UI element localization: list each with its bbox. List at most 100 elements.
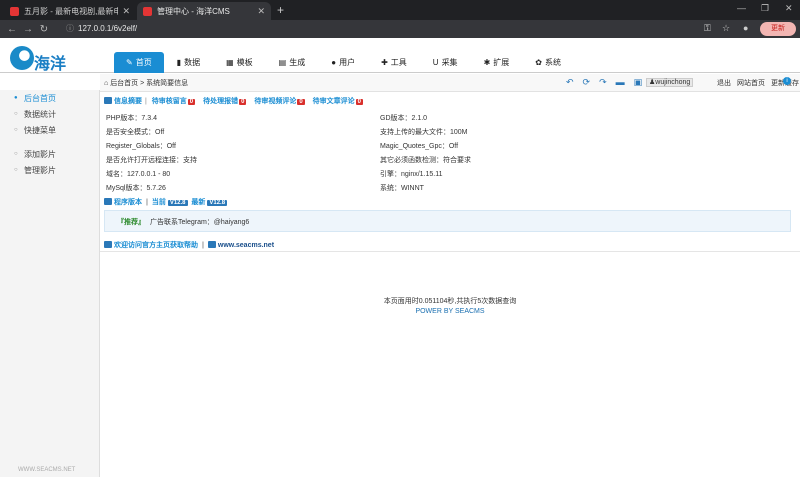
nav-home[interactable]: ✎ 首页 bbox=[114, 52, 164, 73]
info-summary-icon bbox=[104, 97, 112, 104]
minimize-icon[interactable]: — bbox=[737, 3, 746, 13]
version-bar: 程序版本 | 当前 V12.8 最新 V12.8 bbox=[104, 197, 228, 207]
back-arrow-icon[interactable]: ↶ bbox=[566, 77, 574, 88]
pending-reports-link[interactable]: 待处理报错 bbox=[203, 98, 238, 105]
info-remote-connect: 是否允许打开远程连接：支持 bbox=[106, 157, 197, 164]
sidebar-item-shortcuts[interactable]: ○ 快捷菜单 bbox=[0, 122, 99, 138]
logo[interactable]: 海洋 bbox=[10, 46, 70, 74]
browser-tab-1[interactable]: 五月影 - 最新电视剧,最新电影 ✕ bbox=[4, 2, 136, 20]
info-domain: 域名：127.0.0.1 - 80 bbox=[106, 171, 171, 178]
sidebar-item-stats[interactable]: ○ 数据统计 bbox=[0, 106, 99, 122]
main-nav: ✎ 首页 ▮ 数据 ▦ 模板 ▤ 生成 ● 用户 ✚ 工具 U 采集 ✱ 扩展 ✿ 系统 bbox=[114, 52, 574, 73]
nav-users[interactable]: ● 用户 bbox=[318, 52, 368, 73]
info-function-check: 其它必须函数检测：符合要求 bbox=[380, 157, 471, 164]
template-icon: ▦ bbox=[226, 58, 234, 67]
edit-icon: ✎ bbox=[126, 58, 133, 67]
forward-icon[interactable]: → bbox=[20, 24, 36, 35]
nav-data[interactable]: ▮ 数据 bbox=[164, 52, 213, 73]
sidebar-divider bbox=[0, 138, 99, 146]
breadcrumb-text: 后台首页 > 系统简要信息 bbox=[110, 80, 189, 87]
nav-label: 数据 bbox=[184, 58, 201, 67]
breadcrumb-bar: ⌂ 后台首页 > 系统简要信息 ↶ ⟳ ↷ ▬ ▣ ♟wujinchong 退出… bbox=[100, 74, 800, 92]
back-icon[interactable]: ← bbox=[4, 24, 20, 35]
key-icon[interactable]: ⚿ bbox=[704, 23, 711, 34]
pending-video-comments-link[interactable]: 待审视频评论 bbox=[254, 98, 296, 105]
user-icon: ● bbox=[331, 58, 337, 67]
pending-video-comments-count: 0 bbox=[297, 99, 305, 105]
sidebar: ● 后台首页 ○ 数据统计 ○ 快捷菜单 ○ 添加影片 ○ 管理影片 WWW.SEACMS… bbox=[0, 90, 100, 477]
browser-tab-bar: 五月影 - 最新电视剧,最新电影 ✕ 管理中心 - 海洋CMS ✕ + — ❐ … bbox=[0, 0, 800, 20]
nav-tools[interactable]: ✚ 工具 bbox=[368, 52, 420, 73]
cms-app: 海洋 ✎ 首页 ▮ 数据 ▦ 模板 ▤ 生成 ● 用户 ✚ 工具 U 采集 ✱ 扩展 ✿ 系统 ●… bbox=[0, 38, 800, 477]
browser-tab-2[interactable]: 管理中心 - 海洋CMS ✕ bbox=[137, 2, 271, 20]
pending-article-comments-count: 0 bbox=[355, 99, 364, 105]
official-site-link[interactable]: www.seacms.net bbox=[218, 242, 274, 249]
close-icon[interactable]: ✕ bbox=[257, 6, 265, 17]
info-register-globals: Register_Globals：Off bbox=[106, 143, 176, 150]
nav-collect[interactable]: U 采集 bbox=[420, 52, 471, 73]
nav-label: 生成 bbox=[289, 58, 306, 67]
logout-link[interactable]: 退出 bbox=[717, 78, 731, 88]
window-close-icon[interactable]: ✕ bbox=[785, 3, 793, 14]
file-icon: ▤ bbox=[278, 58, 287, 67]
username-badge: ♟wujinchong bbox=[646, 78, 694, 87]
info-summary-link[interactable]: 信息摘要 bbox=[114, 98, 142, 105]
nav-label: 工具 bbox=[390, 58, 407, 67]
close-icon[interactable]: ✕ bbox=[122, 6, 130, 17]
star-icon[interactable]: ☆ bbox=[722, 23, 730, 34]
tab-title: 五月影 - 最新电视剧,最新电影 bbox=[24, 6, 119, 16]
cms-favicon-icon bbox=[143, 6, 152, 16]
current-version-badge: V12.8 bbox=[167, 200, 188, 206]
nav-label: 扩展 bbox=[493, 58, 510, 67]
nav-label: 采集 bbox=[441, 58, 458, 67]
url-text[interactable]: 127.0.0.1/6v2elf/ bbox=[78, 24, 137, 33]
browser-toolbar: ← → ↻ ⓘ 127.0.0.1/6v2elf/ ⚿ ☆ ● 更新 bbox=[0, 20, 800, 38]
help-link[interactable]: 欢迎访问官方主页获取帮助 bbox=[114, 242, 198, 249]
update-button[interactable]: 更新 bbox=[760, 22, 796, 36]
book-icon: ▮ bbox=[176, 58, 182, 67]
info-icon[interactable]: i bbox=[783, 77, 791, 85]
pending-article-comments-link[interactable]: 待审文章评论 bbox=[313, 98, 355, 105]
main-content: ⌂ 后台首页 > 系统简要信息 ↶ ⟳ ↷ ▬ ▣ ♟wujinchong 退出… bbox=[100, 74, 800, 477]
current-version-label: 当前 bbox=[151, 199, 166, 206]
chart-icon[interactable]: ▣ bbox=[634, 77, 643, 88]
refresh-icon[interactable]: ⟳ bbox=[583, 77, 591, 88]
site-home-link[interactable]: 网站首页 bbox=[737, 78, 765, 88]
home-small-icon bbox=[104, 241, 112, 248]
nav-system[interactable]: ✿ 系统 bbox=[522, 52, 574, 73]
sidebar-item-add-movie[interactable]: ○ 添加影片 bbox=[0, 146, 99, 162]
powered-by[interactable]: POWER BY SEACMS bbox=[100, 308, 800, 315]
home-icon[interactable]: ⌂ bbox=[104, 80, 108, 87]
bullet-icon: ○ bbox=[14, 127, 18, 133]
info-system: 系统：WINNT bbox=[380, 185, 424, 192]
reload-icon[interactable]: ↻ bbox=[36, 24, 52, 35]
sidebar-item-dashboard[interactable]: ● 后台首页 bbox=[0, 90, 99, 106]
pending-messages-link[interactable]: 待审核留言 bbox=[152, 98, 187, 105]
profile-icon[interactable]: ● bbox=[743, 23, 748, 33]
new-tab-icon[interactable]: + bbox=[277, 3, 284, 17]
sidebar-footer: WWW.SEACMS.NET bbox=[18, 467, 76, 473]
forward-arrow-icon[interactable]: ↷ bbox=[599, 77, 607, 88]
window-icon[interactable]: ▬ bbox=[616, 77, 625, 88]
info-safe-mode: 是否安全模式：Off bbox=[106, 129, 165, 136]
info-icon[interactable]: ⓘ bbox=[66, 23, 74, 34]
info-magic-quotes: Magic_Quotes_Gpc：Off bbox=[380, 143, 459, 150]
nav-generate[interactable]: ▤ 生成 bbox=[266, 52, 319, 73]
nav-extend[interactable]: ✱ 扩展 bbox=[471, 52, 523, 73]
nav-label: 系统 bbox=[544, 58, 561, 67]
sidebar-item-manage-movies[interactable]: ○ 管理影片 bbox=[0, 162, 99, 178]
magnet-icon: U bbox=[432, 58, 439, 67]
sidebar-item-label: 添加影片 bbox=[24, 149, 56, 159]
address-bar[interactable]: ⓘ 127.0.0.1/6v2elf/ bbox=[62, 21, 742, 37]
logo-text: 海洋 bbox=[34, 56, 67, 73]
link-icon bbox=[207, 241, 216, 248]
app-header: 海洋 ✎ 首页 ▮ 数据 ▦ 模板 ▤ 生成 ● 用户 ✚ 工具 U 采集 ✱ 扩展 ✿ 系统 bbox=[0, 38, 800, 73]
quick-tools: ↶ ⟳ ↷ ▬ ▣ bbox=[566, 77, 642, 88]
nav-template[interactable]: ▦ 模板 bbox=[213, 52, 266, 73]
pending-messages-count: 0 bbox=[187, 99, 196, 105]
gear-icon: ✿ bbox=[535, 58, 542, 67]
recommend-tag: 『推荐』 bbox=[117, 219, 145, 226]
bullet-icon: ○ bbox=[14, 167, 18, 173]
wave-logo-icon bbox=[10, 46, 34, 70]
maximize-icon[interactable]: ❐ bbox=[761, 3, 769, 14]
